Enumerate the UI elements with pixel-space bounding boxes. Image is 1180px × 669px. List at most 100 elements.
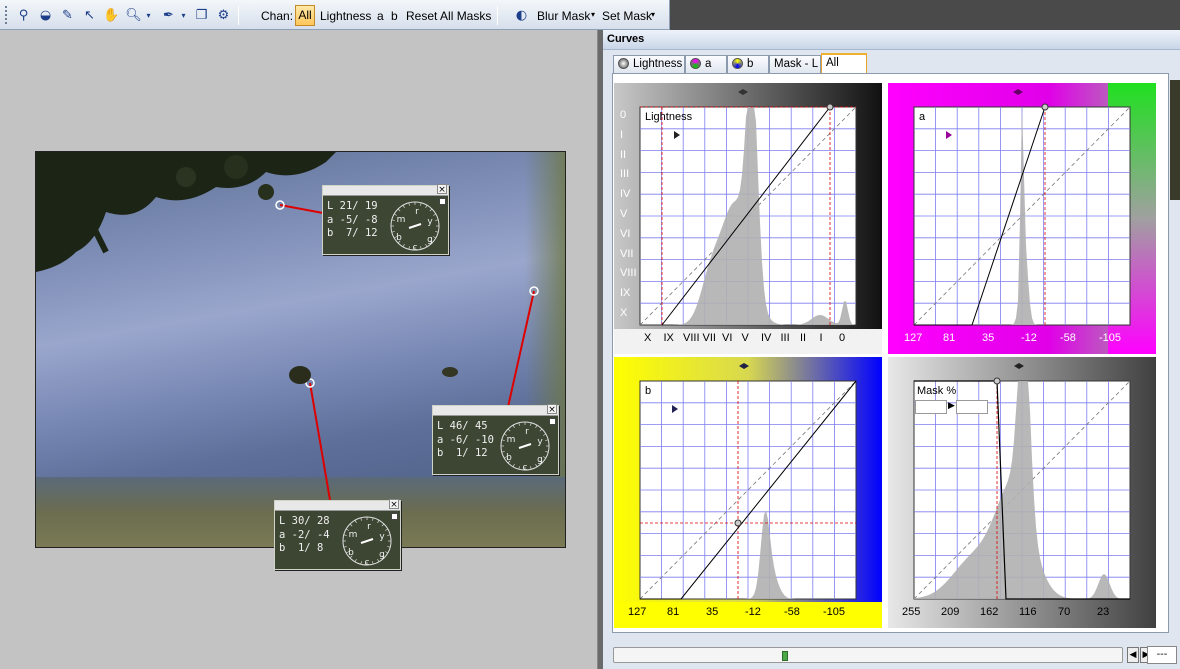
chan-label: Chan: (261, 9, 294, 23)
svg-text:b: b (396, 233, 402, 243)
reset-all-masks-button[interactable]: Reset All Masks (406, 9, 491, 23)
pointer-icon[interactable]: ↖ (81, 7, 98, 24)
mask-icon[interactable]: ◒ (37, 7, 54, 24)
blur-mask-icon[interactable]: ◐ (513, 7, 530, 24)
scale-label: -105 (1099, 332, 1122, 344)
tab-all[interactable]: All (821, 53, 867, 75)
zone-label: VII (702, 332, 716, 344)
scale-label: -12 (1021, 332, 1037, 344)
curves-panel: Curves Lightness a b Mask - L All Lightn… (603, 30, 1180, 669)
sampler-values: L 46/ 45 a -6/ -10 b 1/ 12 (437, 420, 494, 459)
zone-label: VI (620, 227, 631, 240)
eyedropper-icon[interactable]: ✒ (160, 7, 177, 24)
scale-label: -58 (1060, 332, 1076, 344)
svg-text:b: b (506, 453, 512, 463)
zone-label: X (644, 332, 652, 344)
copy-icon[interactable]: ❐ (193, 7, 210, 24)
close-icon[interactable]: × (547, 404, 557, 415)
zone-label: X (620, 307, 628, 319)
zoom-icon[interactable]: 🔍︎ (125, 7, 142, 24)
sampler-titlebar[interactable]: × (433, 404, 558, 416)
a-curve-graph[interactable] (888, 83, 1156, 354)
svg-text:c: c (365, 558, 370, 567)
tab-mask-l[interactable]: Mask - L (769, 55, 821, 74)
zoom-dropdown-icon[interactable]: ▾ (144, 7, 153, 24)
set-mask-dropdown-icon[interactable]: ▾ (651, 10, 655, 19)
chan-all-button[interactable]: All (295, 5, 315, 26)
eyedropper-dropdown-icon[interactable]: ▾ (179, 7, 188, 24)
svg-text:r: r (525, 427, 529, 437)
a-channel-icon (690, 58, 701, 69)
sampler-titlebar[interactable]: × (275, 499, 400, 511)
hand-icon[interactable]: ✋ (103, 7, 120, 24)
chan-a-button[interactable]: a (377, 9, 384, 23)
zone-label: VI (722, 332, 733, 344)
svg-text:b: b (348, 548, 354, 558)
zone-label: II (620, 148, 627, 161)
lightness-curve-panel[interactable]: Lightness 0 I II III IV V VI VII VIII IX X X IX VIII… (614, 83, 882, 354)
color-sampler-3[interactable]: × L 30/ 28 a -2/ -4 b 1/ 8 mrygc b (274, 499, 401, 570)
zone-label: III (780, 332, 790, 344)
scroll-left-button[interactable]: ◀ (1127, 647, 1139, 663)
zone-label: VIII (683, 332, 700, 344)
svg-text:c: c (413, 243, 418, 252)
scale-label: 162 (980, 606, 999, 618)
blur-mask-button[interactable]: Blur Mask (537, 9, 590, 23)
scale-label: 81 (667, 606, 680, 618)
svg-text:y: y (379, 532, 385, 542)
b-curve-graph[interactable] (614, 357, 882, 628)
side-strip (1170, 80, 1180, 200)
mask-curve-graph[interactable] (888, 357, 1156, 628)
zone-label: VII (620, 247, 634, 260)
panel-title: Curves (603, 30, 1180, 50)
mask-input-to[interactable] (956, 400, 988, 414)
scale-label: 255 (902, 606, 921, 618)
svg-text:y: y (427, 217, 433, 227)
b-channel-icon (732, 58, 743, 69)
scale-label: 70 (1058, 606, 1071, 618)
close-icon[interactable]: × (437, 184, 447, 195)
chan-lightness-button[interactable]: Lightness (320, 9, 371, 23)
color-sampler-1[interactable]: × L 21/ 19 a -5/ -8 b 7/ 12 mrygc b (322, 184, 449, 255)
svg-text:m: m (507, 435, 516, 445)
zoom-field[interactable]: --- (1147, 646, 1177, 664)
color-sampler-2[interactable]: × L 46/ 45 a -6/ -10 b 1/ 12 mrygc b (432, 404, 559, 475)
slider-thumb[interactable] (782, 651, 788, 661)
wrench-icon[interactable]: ⚙ (215, 7, 232, 24)
chan-b-button[interactable]: b (391, 9, 398, 23)
svg-text:g: g (379, 550, 385, 560)
zone-label: II (800, 332, 807, 344)
image-canvas-pane[interactable]: × L 21/ 19 a -5/ -8 b 7/ 12 mrygcb × L 4… (0, 30, 598, 669)
scale-label: 23 (1097, 606, 1110, 618)
scale-label: -58 (784, 606, 800, 618)
blur-mask-dropdown-icon[interactable]: ▾ (591, 10, 595, 19)
sampler-titlebar[interactable]: × (323, 184, 448, 196)
a-curve-panel[interactable]: a 127 81 35 -12 -58 -105 (888, 83, 1156, 354)
lightness-curve-graph[interactable] (614, 83, 882, 354)
photo-image[interactable] (35, 151, 566, 548)
svg-text:m: m (397, 215, 406, 225)
scale-label: 81 (943, 332, 956, 344)
point-sample-icon[interactable]: ⚲ (15, 7, 32, 24)
curve-name-label: Mask % (917, 385, 957, 397)
tab-a[interactable]: a (685, 55, 727, 74)
svg-text:y: y (537, 437, 543, 447)
tab-b[interactable]: b (727, 55, 769, 74)
mask-input-from[interactable] (915, 400, 947, 414)
mask-curve-panel[interactable]: Mask % ▶ 255 209 162 116 70 23 (888, 357, 1156, 628)
curve-pen-icon[interactable]: ✎ (59, 7, 76, 24)
scale-label: 35 (706, 606, 719, 618)
scale-label: 127 (628, 606, 647, 618)
arrow-icon: ▶ (948, 401, 955, 411)
svg-text:g: g (537, 455, 543, 465)
b-curve-panel[interactable]: b 127 81 35 -12 -58 -105 (614, 357, 882, 628)
toolbar-grip[interactable] (5, 6, 8, 24)
set-mask-button[interactable]: Set Mask (602, 9, 652, 23)
grid (639, 89, 857, 326)
svg-text:g: g (427, 235, 433, 245)
zone-label: III (620, 168, 630, 181)
tab-lightness[interactable]: Lightness (613, 55, 685, 74)
svg-text:r: r (415, 207, 419, 217)
horizontal-slider[interactable] (613, 647, 1123, 663)
close-icon[interactable]: × (389, 499, 399, 510)
